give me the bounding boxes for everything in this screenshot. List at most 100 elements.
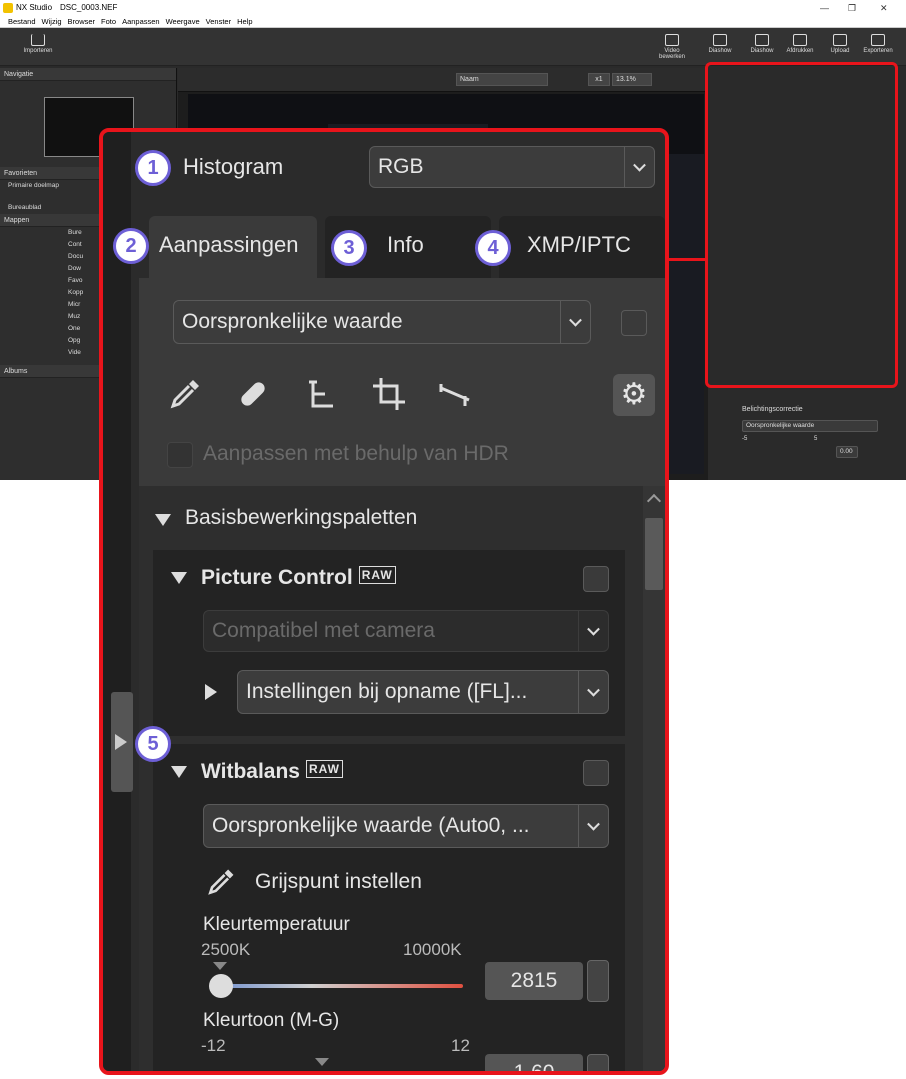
white-balance-select[interactable]: Oorspronkelijke waarde (Auto0, ... bbox=[203, 804, 609, 848]
color-temp-value[interactable]: 2815 bbox=[485, 962, 583, 1000]
picture-control-title: Picture Control RAW bbox=[201, 566, 396, 590]
file-title: DSC_0003.NEF bbox=[60, 3, 118, 12]
video-icon bbox=[665, 34, 679, 46]
app-logo-icon bbox=[3, 3, 13, 13]
panel-callout: Histogram RGB Aanpassingen Info XMP/IPTC… bbox=[99, 128, 669, 1075]
tint-stepper[interactable] bbox=[587, 1054, 609, 1071]
scrollbar-thumb[interactable] bbox=[645, 518, 663, 590]
crop-icon[interactable] bbox=[371, 376, 407, 412]
callout-number: 4 bbox=[475, 230, 511, 266]
exposure-title: Belichtingscorrectie bbox=[742, 406, 803, 413]
download-icon bbox=[31, 34, 45, 46]
gear-icon: ⚙ bbox=[620, 378, 648, 411]
restore-icon[interactable]: ❐ bbox=[848, 0, 856, 16]
raw-badge: RAW bbox=[306, 760, 343, 779]
chevron-down-icon bbox=[578, 611, 608, 651]
exposure-min: -5 bbox=[742, 436, 748, 442]
tab-xmp-iptc[interactable]: XMP/IPTC bbox=[499, 216, 665, 278]
print-button[interactable]: Afdrukken bbox=[780, 34, 820, 54]
export-icon bbox=[871, 34, 885, 46]
connector-line bbox=[669, 258, 706, 261]
collapse-arrow-icon bbox=[115, 734, 127, 750]
title-bar: NX Studio DSC_0003.NEF — ❐ ✕ bbox=[0, 0, 906, 16]
settings-button[interactable]: ⚙ bbox=[613, 374, 655, 416]
app-title: NX Studio bbox=[16, 3, 53, 12]
upload-button[interactable]: Upload bbox=[820, 34, 860, 54]
histogram-select[interactable]: RGB bbox=[369, 146, 655, 188]
export-button[interactable]: Exporteren bbox=[858, 34, 898, 54]
hdr-label: Aanpassen met behulp van HDR bbox=[203, 442, 509, 465]
expand-arrow-icon[interactable] bbox=[155, 514, 171, 526]
exposure-max: 5 bbox=[814, 436, 818, 442]
menu-item[interactable]: Aanpassen bbox=[122, 16, 160, 27]
picture-control-settings-select[interactable]: Instellingen bij opname ([FL]... bbox=[237, 670, 609, 714]
exposure-value[interactable]: 0.00 bbox=[836, 446, 858, 458]
default-marker-icon bbox=[213, 962, 227, 970]
eyedropper-icon[interactable] bbox=[203, 866, 239, 898]
color-temp-slider-track[interactable] bbox=[211, 984, 463, 988]
main-toolbar: Importeren Video bewerken Diashow Diasho… bbox=[0, 28, 906, 66]
scrollbar[interactable] bbox=[643, 486, 665, 1071]
zoom-factor[interactable]: x1 bbox=[588, 73, 610, 86]
sort-select[interactable]: Naam bbox=[456, 73, 548, 86]
compat-select: Compatibel met camera bbox=[203, 610, 609, 652]
tint-value[interactable]: 1.60 bbox=[485, 1054, 583, 1071]
menu-item[interactable]: Help bbox=[237, 16, 252, 27]
color-temp-stepper[interactable] bbox=[587, 960, 609, 1002]
default-marker-icon bbox=[315, 1058, 329, 1066]
navigation-header[interactable]: Navigatie bbox=[0, 68, 176, 81]
levels-curves-icon[interactable] bbox=[303, 376, 339, 412]
picture-control-checkbox[interactable] bbox=[583, 566, 609, 592]
histogram-label: Histogram bbox=[183, 154, 284, 179]
hdr-checkbox[interactable] bbox=[167, 442, 193, 468]
video-edit-button[interactable]: Video bewerken bbox=[652, 34, 692, 60]
slideshow-button[interactable]: Diashow bbox=[742, 34, 782, 54]
callout-number: 1 bbox=[135, 150, 171, 186]
exposure-preset-select[interactable]: Oorspronkelijke waarde bbox=[742, 420, 878, 432]
collapse-handle[interactable] bbox=[111, 692, 133, 792]
menu-item[interactable]: Wijzig bbox=[42, 16, 62, 27]
straighten-icon[interactable] bbox=[437, 376, 473, 412]
tint-max: 12 bbox=[451, 1036, 470, 1055]
callout-number: 5 bbox=[135, 726, 171, 762]
tab-aanpassingen[interactable]: Aanpassingen bbox=[149, 216, 317, 278]
preset-select[interactable]: Oorspronkelijke waarde bbox=[173, 300, 591, 344]
chevron-down-icon bbox=[624, 147, 654, 187]
color-temp-label: Kleurtemperatuur bbox=[203, 914, 350, 935]
minimize-icon[interactable]: — bbox=[820, 0, 829, 16]
tint-min: -12 bbox=[201, 1036, 226, 1055]
panel-highlight-box bbox=[705, 62, 898, 388]
zoom-select[interactable]: 13.1% bbox=[612, 73, 652, 86]
expand-arrow-icon[interactable] bbox=[171, 572, 187, 584]
gray-point-label[interactable]: Grijspunt instellen bbox=[255, 870, 422, 894]
app-button[interactable]: Diashow bbox=[700, 34, 740, 54]
menu-bar: Bestand Wijzig Browser Foto Aanpassen We… bbox=[0, 16, 906, 28]
menu-item[interactable]: Venster bbox=[206, 16, 231, 27]
play-icon bbox=[755, 34, 769, 46]
expand-arrow-icon[interactable] bbox=[171, 766, 187, 778]
callout-number: 3 bbox=[331, 230, 367, 266]
menu-item[interactable]: Bestand bbox=[8, 16, 36, 27]
scroll-up-icon[interactable] bbox=[646, 493, 662, 509]
chevron-down-icon bbox=[560, 301, 590, 343]
menu-item[interactable]: Foto bbox=[101, 16, 116, 27]
panel-left-edge bbox=[103, 132, 131, 1071]
menu-item[interactable]: Weergave bbox=[166, 16, 200, 27]
color-temp-min: 2500K bbox=[201, 940, 251, 959]
color-temp-slider-thumb[interactable] bbox=[209, 974, 233, 998]
white-balance-checkbox[interactable] bbox=[583, 760, 609, 786]
retouch-bandage-icon[interactable] bbox=[235, 376, 271, 412]
basic-palettes-header: Basisbewerkingspaletten bbox=[185, 506, 418, 529]
printer-icon bbox=[793, 34, 807, 46]
menu-item[interactable]: Browser bbox=[68, 16, 96, 27]
raw-badge: RAW bbox=[358, 566, 396, 585]
viewer-toolbar: Naam x1 13.1% bbox=[178, 68, 708, 92]
tint-label: Kleurtoon (M-G) bbox=[203, 1010, 340, 1031]
preset-checkbox[interactable] bbox=[621, 310, 647, 336]
import-button[interactable]: Importeren bbox=[18, 34, 58, 54]
white-balance-title: Witbalans RAW bbox=[201, 760, 343, 784]
app-icon bbox=[713, 34, 727, 46]
eyedropper-icon[interactable] bbox=[167, 376, 203, 412]
close-icon[interactable]: ✕ bbox=[880, 0, 888, 16]
expand-arrow-icon[interactable] bbox=[205, 684, 217, 700]
